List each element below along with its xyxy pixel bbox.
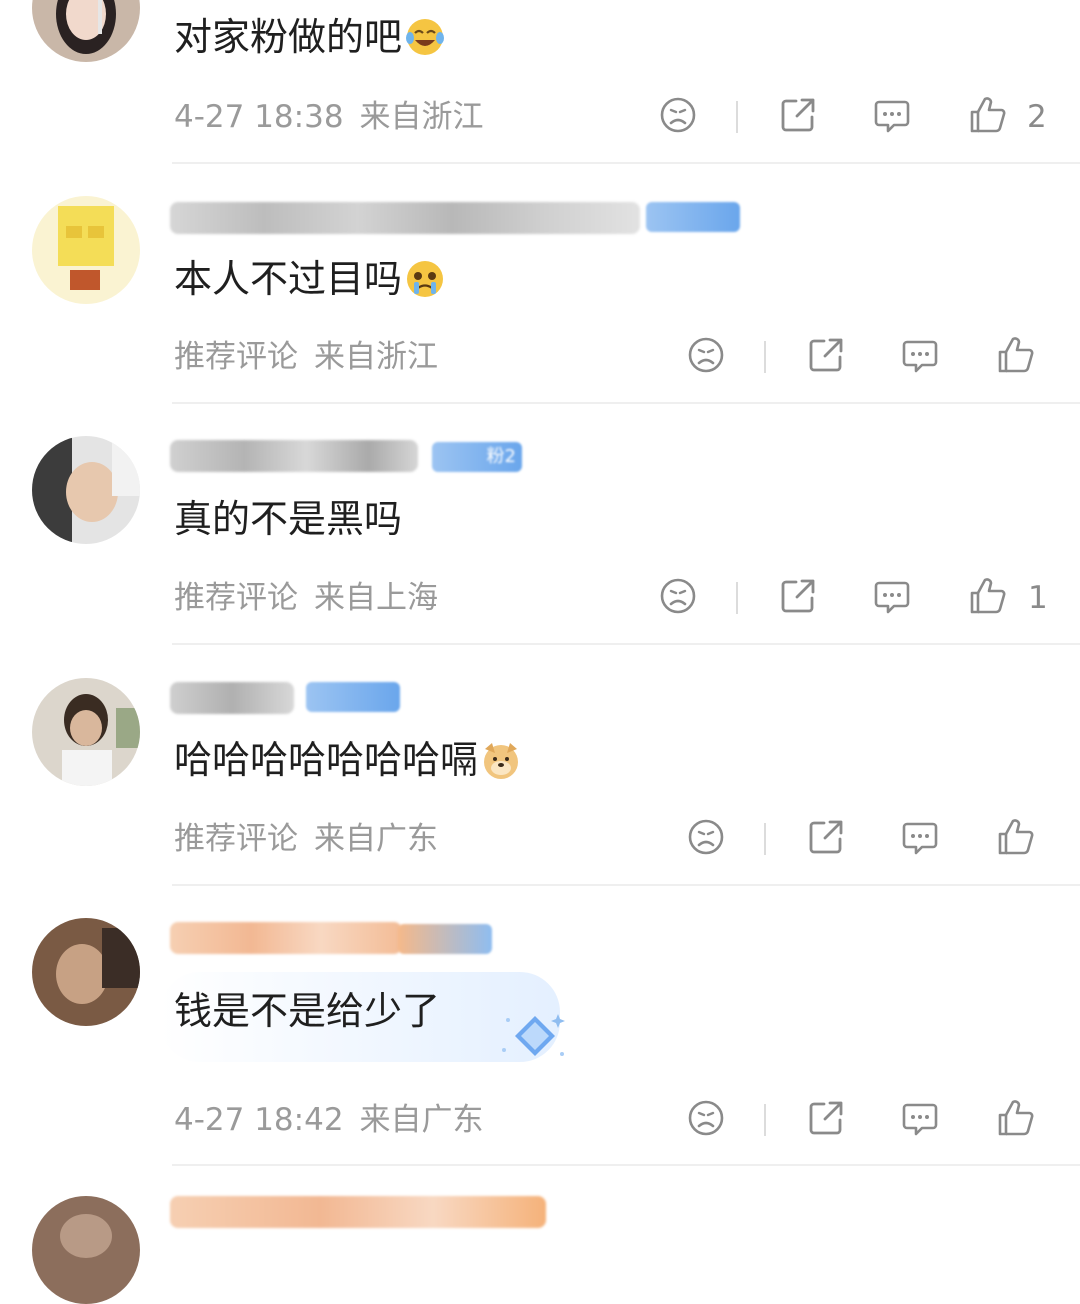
divider: [172, 162, 1080, 164]
divider: [764, 823, 766, 855]
comment-text: 哈哈哈哈哈哈哈嗝: [174, 737, 522, 783]
share-icon[interactable]: [806, 335, 846, 375]
comment-bubble-icon[interactable]: [900, 335, 940, 375]
divider: [172, 402, 1080, 404]
comment-bubble-icon[interactable]: [872, 576, 912, 616]
avatar[interactable]: [32, 678, 140, 786]
thumbs-up-icon[interactable]: [968, 576, 1008, 616]
avatar[interactable]: [32, 196, 140, 304]
divider: [764, 1104, 766, 1136]
action-bar: [0, 335, 1080, 379]
action-bar: 2: [0, 95, 1080, 139]
divider: [764, 341, 766, 373]
avatar[interactable]: [32, 918, 140, 1026]
username-blurred[interactable]: [170, 922, 402, 954]
thumbs-up-icon[interactable]: [996, 335, 1036, 375]
doge-emoji: [480, 739, 522, 781]
sad-face-icon[interactable]: [686, 817, 726, 857]
action-bar: [0, 817, 1080, 861]
sad-face-icon[interactable]: [686, 1098, 726, 1138]
thumbs-up-icon[interactable]: [968, 95, 1008, 135]
username-blurred[interactable]: [170, 682, 294, 714]
like-count: 1: [1028, 580, 1048, 616]
comment-bubble-icon[interactable]: [900, 817, 940, 857]
avatar[interactable]: [32, 0, 140, 62]
username-blurred[interactable]: [170, 440, 418, 472]
divider: [172, 1164, 1080, 1166]
sad-face-icon[interactable]: [658, 576, 698, 616]
share-icon[interactable]: [806, 1098, 846, 1138]
comment-text: 钱是不是给少了: [174, 989, 441, 1033]
divider: [172, 643, 1080, 645]
divider: [736, 582, 738, 614]
comment-bubble-icon[interactable]: [872, 95, 912, 135]
share-icon[interactable]: [778, 576, 818, 616]
thumbs-up-icon[interactable]: [996, 1098, 1036, 1138]
avatar[interactable]: [32, 1196, 140, 1304]
sad-face-icon[interactable]: [658, 95, 698, 135]
divider: [172, 884, 1080, 886]
share-icon[interactable]: [806, 817, 846, 857]
action-bar: [0, 1098, 1080, 1142]
username-blurred[interactable]: [170, 1196, 546, 1228]
sad-face-icon[interactable]: [686, 335, 726, 375]
action-bar: 1: [0, 576, 1080, 620]
comment-text: 对家粉做的吧: [174, 14, 446, 60]
fan-badge: 粉2: [432, 442, 522, 472]
fan-badge: [306, 682, 400, 712]
laughing-crying-emoji: [404, 16, 446, 58]
fan-badge: [646, 202, 740, 232]
fan-badge: [398, 924, 492, 954]
comment-text: 本人不过目吗: [174, 256, 446, 302]
avatar[interactable]: [32, 436, 140, 544]
thumbs-up-icon[interactable]: [996, 817, 1036, 857]
share-icon[interactable]: [778, 95, 818, 135]
comment-text: 真的不是黑吗: [174, 497, 403, 541]
diamond-gift-icon: [500, 1006, 570, 1076]
divider: [736, 101, 738, 133]
like-count: 2: [1027, 99, 1047, 135]
username-blurred[interactable]: [170, 202, 640, 234]
comment-bubble-icon[interactable]: [900, 1098, 940, 1138]
pleading-crying-emoji: [404, 258, 446, 300]
